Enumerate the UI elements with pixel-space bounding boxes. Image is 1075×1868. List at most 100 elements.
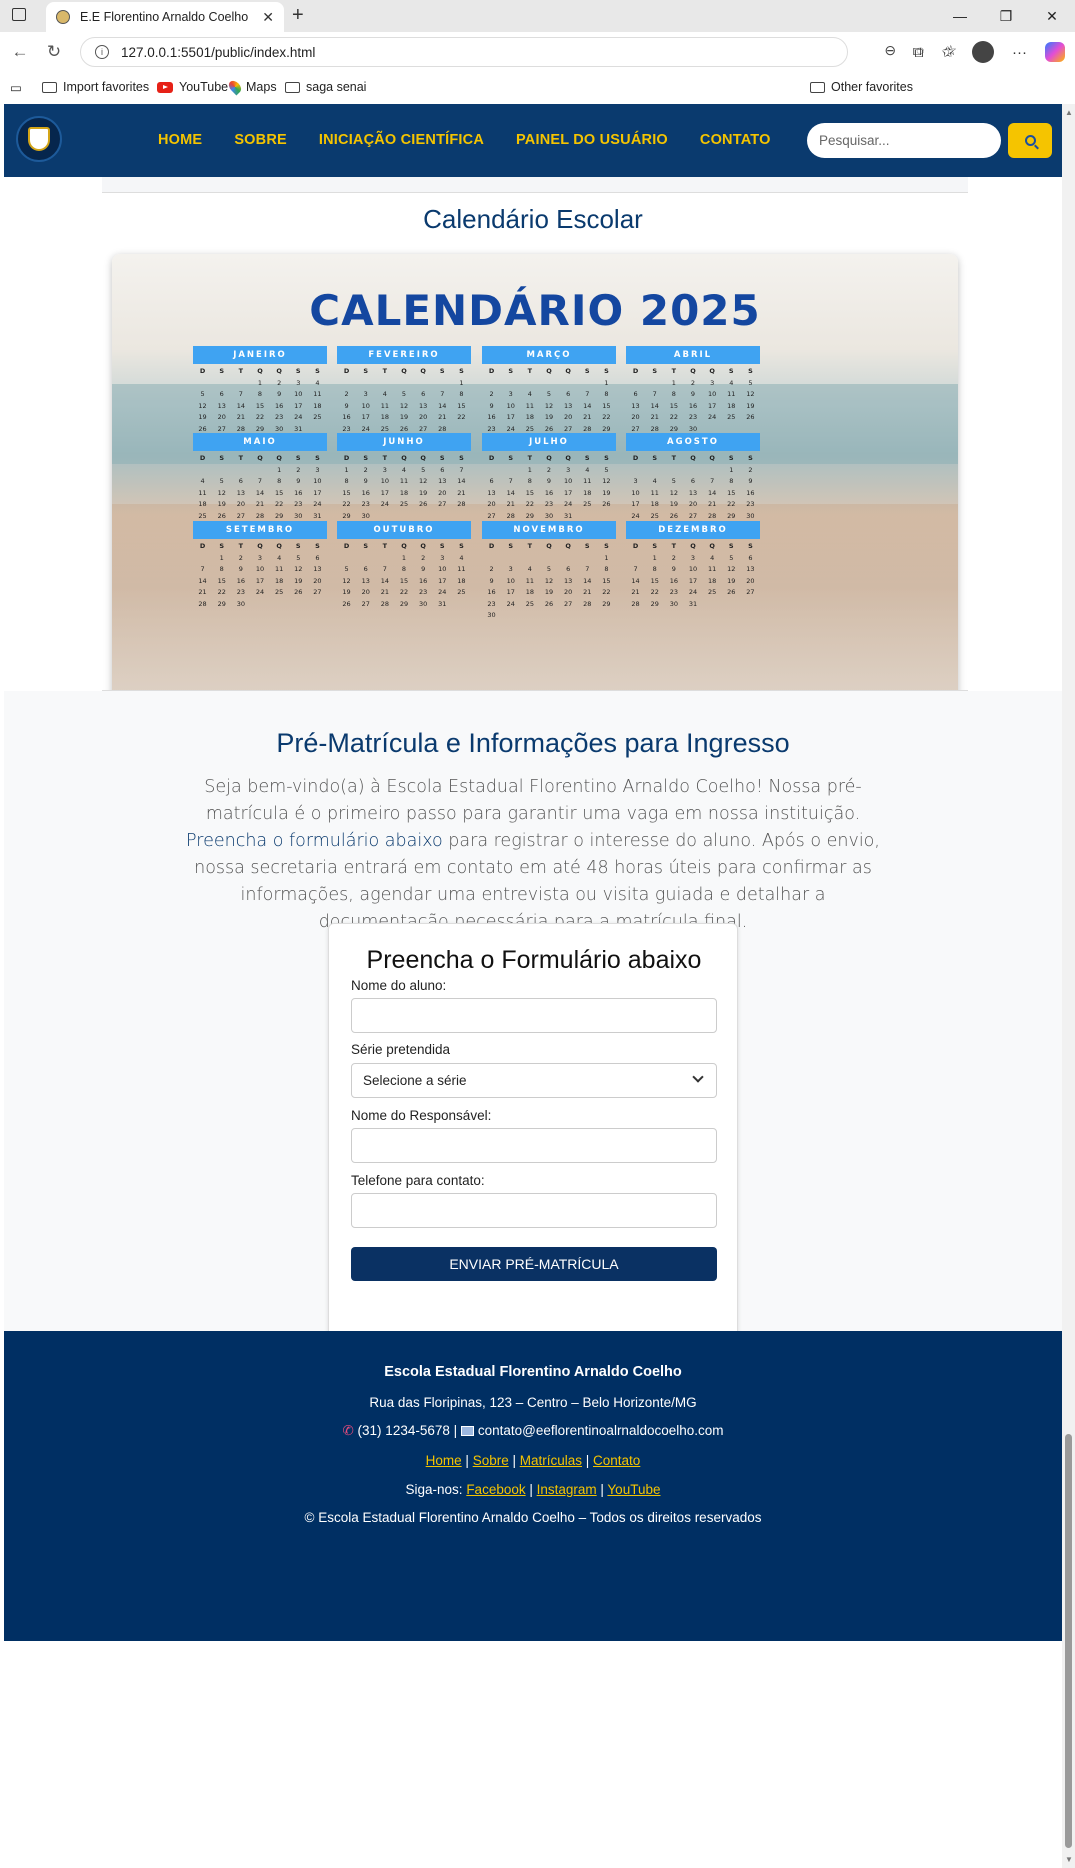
submit-button[interactable]: ENVIAR PRÉ-MATRÍCULA [351, 1247, 717, 1281]
day-number: 4 [729, 378, 734, 387]
restore-icon[interactable]: ❐ [983, 0, 1029, 32]
day-number: 1 [257, 378, 263, 387]
guardian-name-input[interactable] [351, 1128, 717, 1163]
favorite-youtube[interactable]: YouTube [157, 80, 228, 94]
day-number: 17 [631, 500, 640, 508]
close-tab-icon[interactable]: ✕ [262, 9, 274, 26]
day-number: 21 [583, 588, 592, 596]
sidebar-toggle-icon[interactable] [12, 8, 26, 21]
footer-link-matriculas[interactable]: Matrículas [520, 1453, 582, 1468]
day-number: 11 [457, 565, 466, 573]
day-number: 23 [487, 599, 496, 608]
favorite-maps[interactable]: Maps [226, 78, 277, 96]
month-1: JANEIRO D S T Q Q S S 1 2 3 4 5 6 7 8 9 10 11 12 13 14 15 16 17 1… [193, 346, 327, 435]
day-number: 18 [707, 576, 717, 585]
school-logo[interactable] [16, 116, 62, 162]
weekday-label: S [748, 454, 753, 462]
back-icon[interactable]: ← [8, 42, 32, 62]
day-number: 5 [546, 565, 552, 573]
day-number: 13 [313, 565, 322, 573]
search-button[interactable] [1008, 123, 1052, 158]
day-number: 9 [421, 565, 426, 573]
day-number: 22 [457, 413, 466, 421]
scroll-up-icon[interactable]: ▲ [1065, 108, 1073, 117]
empty-day [212, 465, 231, 477]
month-name: ABRIL [626, 346, 760, 364]
weekday-label: D [488, 454, 495, 462]
day-number: 25 [727, 413, 736, 421]
footer-link-sobre[interactable]: Sobre [473, 1453, 509, 1468]
day-number: 2 [344, 390, 349, 398]
day-number: 9 [238, 565, 243, 573]
footer-link-home[interactable]: Home [426, 1453, 462, 1468]
month-name: DEZEMBRO [626, 521, 760, 539]
nav-sobre[interactable]: SOBRE [234, 132, 287, 148]
social-instagram[interactable]: Instagram [537, 1482, 597, 1497]
site-info-icon[interactable]: i [95, 45, 109, 59]
zoom-icon[interactable]: ⊖ [884, 42, 896, 59]
day-number: 24 [294, 413, 303, 421]
weekday-label: S [219, 542, 225, 550]
extensions-icon[interactable]: ⧉ [913, 44, 924, 61]
browser-tab[interactable]: E.E Florentino Arnaldo Coelho ✕ [46, 2, 284, 32]
nav-contato[interactable]: CONTATO [700, 132, 771, 148]
search-icon [1024, 135, 1036, 146]
day-number: 20 [746, 576, 755, 585]
day-number: 9 [489, 401, 494, 410]
day-number: 14 [438, 401, 447, 410]
scroll-down-icon[interactable]: ▼ [1065, 1855, 1073, 1864]
social-facebook[interactable]: Facebook [466, 1482, 525, 1497]
day-number: 23 [274, 413, 284, 421]
day-number: 18 [457, 576, 466, 585]
day-number: 16 [487, 413, 496, 421]
favorite-saga-senai[interactable]: saga senai [285, 80, 366, 94]
close-window-icon[interactable]: ✕ [1029, 0, 1075, 32]
refresh-icon[interactable]: ↻ [42, 42, 66, 62]
copilot-icon[interactable] [1045, 42, 1065, 62]
url-field[interactable]: i 127.0.0.1:5501/public/index.html [80, 37, 848, 67]
month-11: NOVEMBRO D S T Q Q S S 1 2 3 4 5 6 7 8 9 10 11 12 13 14 15 16 17… [482, 521, 616, 622]
day-number: 8 [401, 565, 407, 573]
month-name: OUTUBRO [337, 521, 471, 539]
nav-iniciacao-cientifica[interactable]: INICIAÇÃO CIENTÍFICA [319, 132, 484, 148]
favorite-import[interactable]: Import favorites [42, 80, 149, 94]
footer-address: Rua das Floripinas, 123 – Centro – Belo … [369, 1395, 697, 1410]
other-favorites[interactable]: Other favorites [810, 80, 913, 94]
grade-select[interactable]: Selecione a série [351, 1063, 717, 1098]
page-scrollbar[interactable]: ▲ ▼ [1062, 104, 1075, 1868]
profile-avatar[interactable] [972, 41, 994, 63]
day-number: 23 [361, 500, 370, 508]
day-number: 13 [688, 488, 698, 497]
day-number: 10 [563, 477, 573, 485]
day-number: 18 [525, 413, 534, 421]
day-number: 11 [198, 488, 207, 497]
day-number: 4 [527, 565, 532, 573]
day-number: 20 [217, 413, 226, 421]
weekday-label: S [652, 454, 658, 462]
day-number: 15 [525, 488, 534, 497]
nav-home[interactable]: HOME [158, 132, 202, 148]
footer-contact: ✆ (31) 1234-5678 | contato@eeflorentinoa… [342, 1423, 724, 1438]
empty-day [703, 465, 722, 477]
weekday-label: Q [709, 367, 715, 375]
day-number: 11 [380, 401, 389, 410]
month-7: JULHO D S T Q Q S S 1 2 3 4 5 6 7 8 9 10 11 12 13 14 15 16 17 18 1… [482, 433, 616, 522]
footer-link-contato[interactable]: Contato [593, 1453, 640, 1468]
day-number: 9 [671, 565, 676, 573]
favorites-icon[interactable]: ✩ [941, 43, 954, 61]
new-tab-icon[interactable]: + [292, 4, 304, 27]
scrollbar-thumb[interactable] [1065, 1434, 1072, 1848]
weekday-label: Q [257, 454, 263, 462]
day-number: 15 [342, 488, 351, 497]
phone-input[interactable] [351, 1193, 717, 1228]
nav-painel-usuario[interactable]: PAINEL DO USUÁRIO [516, 132, 668, 148]
more-icon[interactable]: ··· [1012, 44, 1027, 61]
empty-day [337, 378, 356, 390]
search-input[interactable] [807, 123, 1001, 158]
weekday-label: Q [709, 542, 715, 550]
day-number: 3 [508, 565, 513, 573]
student-name-input[interactable] [351, 998, 717, 1033]
collections-icon[interactable]: ▭ [10, 80, 22, 95]
social-youtube[interactable]: YouTube [607, 1482, 660, 1497]
minimize-icon[interactable]: — [937, 0, 983, 32]
